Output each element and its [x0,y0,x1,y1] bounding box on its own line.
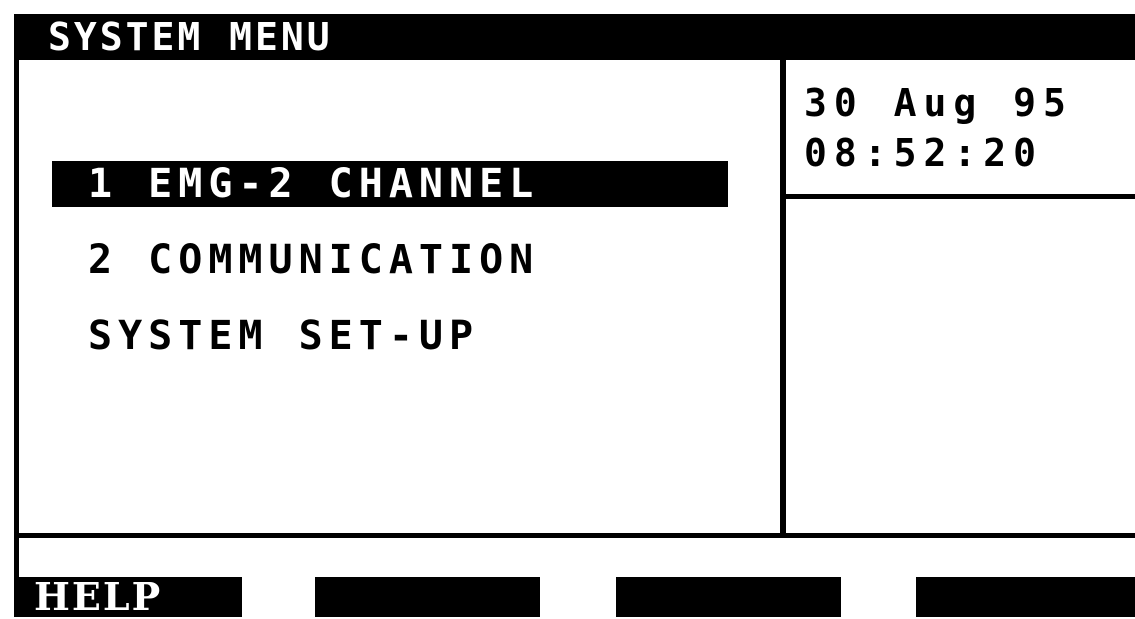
panel-divider-vertical [780,60,786,537]
screen-title: SYSTEM MENU [48,15,333,59]
softkey-3-button[interactable] [616,577,841,617]
title-bar: SYSTEM MENU [14,14,1135,60]
menu-item-communication[interactable]: 2 COMMUNICATION [88,237,539,283]
softkey-help-button[interactable]: HELP [14,577,242,617]
clock-date: 30 Aug 95 [804,81,1073,125]
menu-item-emg-2-channel[interactable]: 1 EMG-2 CHANNEL [52,161,728,207]
softkey-4-button[interactable] [916,577,1135,617]
softkey-divider [14,533,1135,538]
clock-divider [786,194,1135,199]
clock-time: 08:52:20 [804,131,1044,175]
device-screen: SYSTEM MENU 1 EMG-2 CHANNEL 2 COMMUNICAT… [0,0,1135,617]
softkey-2-button[interactable] [315,577,540,617]
menu-item-system-setup[interactable]: SYSTEM SET-UP [88,313,479,359]
softkey-label: HELP [34,574,163,619]
